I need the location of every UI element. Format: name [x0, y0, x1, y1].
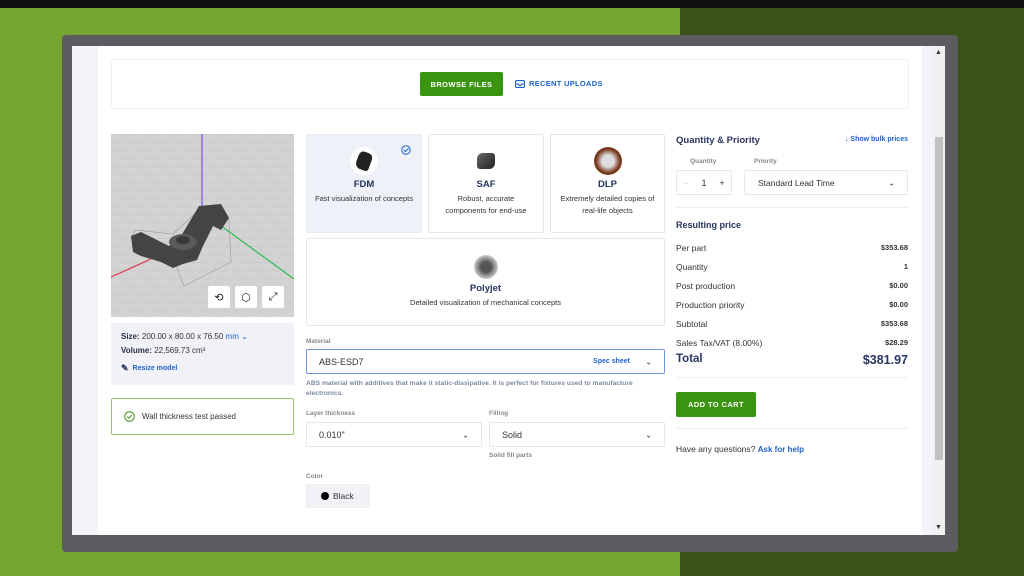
upload-area: BROWSE FILES RECENT UPLOADS — [111, 59, 909, 109]
decrement-button[interactable]: − — [683, 178, 688, 188]
show-bulk-prices-link[interactable]: ↓ Show bulk prices — [845, 136, 908, 143]
quantity-label: Quantity — [690, 158, 717, 165]
price-row: Subtotal $353.68 — [676, 319, 908, 329]
resulting-price-title: Resulting price — [676, 220, 742, 230]
price-row: Production priority $0.00 — [676, 300, 908, 310]
arrow-down-icon: ↓ — [844, 136, 849, 143]
divider — [676, 377, 908, 378]
reset-view-button[interactable]: ⟲ — [208, 286, 230, 308]
help-text: Have any questions? Ask for help — [676, 444, 804, 454]
page-content: BROWSE FILES RECENT UPLOADS ⟲ ⬡ ⤢ Size: … — [98, 46, 922, 535]
3d-model-viewer[interactable]: ⟲ ⬡ ⤢ — [111, 134, 294, 317]
pencil-icon: ✎ — [121, 363, 129, 373]
filling-hint: Solid fill parts — [489, 452, 532, 459]
fullscreen-button[interactable]: ⤢ — [262, 286, 284, 308]
tech-card-polyjet[interactable]: Polyjet Detailed visualization of mechan… — [306, 238, 665, 326]
model-info: Size: 200.00 x 80.00 x 76.50 mm ⌄ Volume… — [111, 323, 294, 385]
unit-selector[interactable]: mm ⌄ — [226, 332, 248, 341]
recent-uploads-link[interactable]: RECENT UPLOADS — [515, 79, 603, 88]
material-label: Material — [306, 338, 331, 345]
priority-label: Priority — [754, 158, 777, 165]
resize-model-link[interactable]: ✎ Resize model — [121, 363, 284, 374]
spec-sheet-link[interactable]: Spec sheet — [593, 358, 630, 365]
tech-card-saf[interactable]: SAF Robust, accurate components for end-… — [428, 134, 544, 233]
scroll-down-icon[interactable]: ▼ — [935, 524, 942, 532]
price-row: Per part $353.68 — [676, 243, 908, 253]
rotate-icon: ⟲ — [214, 291, 224, 304]
add-to-cart-button[interactable]: ADD TO CART — [676, 392, 756, 417]
quantity-stepper[interactable]: − 1 + — [676, 170, 732, 195]
view-cube-button[interactable]: ⬡ — [235, 286, 257, 308]
material-select[interactable]: ABS-ESD7 Spec sheet ⌄ — [306, 349, 665, 374]
color-swatch — [321, 492, 329, 500]
quantity-priority-title: Quantity & Priority — [676, 135, 760, 146]
dlp-thumbnail — [593, 147, 622, 175]
wall-thickness-status: Wall thickness test passed — [111, 398, 294, 435]
inbox-icon — [515, 79, 525, 88]
expand-icon: ⤢ — [268, 290, 278, 303]
scrollbar-thumb[interactable] — [935, 137, 943, 460]
check-badge-icon — [401, 145, 411, 155]
priority-select[interactable]: Standard Lead Time ⌄ — [744, 170, 908, 195]
check-circle-icon — [124, 411, 135, 422]
price-row: Post production $0.00 — [676, 281, 908, 291]
layer-thickness-select[interactable]: 0.010" ⌄ — [306, 422, 482, 447]
divider — [676, 207, 908, 208]
color-option-black[interactable]: Black — [306, 484, 370, 508]
chevron-down-icon: ⌄ — [645, 430, 652, 439]
chevron-down-icon: ⌄ — [888, 178, 895, 187]
top-band — [0, 0, 1024, 8]
filling-label: Filling — [489, 410, 509, 417]
scrollbar[interactable]: ▲ ▼ — [933, 46, 945, 535]
tech-card-dlp[interactable]: DLP Extremely detailed copies of real-li… — [550, 134, 665, 233]
polyjet-thumbnail — [473, 255, 498, 279]
increment-button[interactable]: + — [719, 178, 724, 188]
divider — [676, 428, 908, 429]
material-description: ABS material with additives that make it… — [306, 380, 633, 397]
filling-select[interactable]: Solid ⌄ — [489, 422, 665, 447]
total-row: Total $381.97 — [676, 353, 908, 367]
browser-viewport: BROWSE FILES RECENT UPLOADS ⟲ ⬡ ⤢ Size: … — [72, 46, 945, 535]
price-row: Sales Tax/VAT (8.00%) $28.29 — [676, 338, 908, 348]
price-row: Quantity 1 — [676, 262, 908, 272]
scroll-up-icon[interactable]: ▲ — [935, 49, 942, 57]
layer-label: Layer thickness — [306, 410, 356, 417]
ask-for-help-link[interactable]: Ask for help — [758, 445, 804, 454]
chevron-down-icon: ⌄ — [645, 357, 652, 366]
chevron-down-icon: ⌄ — [462, 430, 469, 439]
browse-files-button[interactable]: BROWSE FILES — [420, 72, 503, 96]
cube-icon: ⬡ — [241, 291, 251, 304]
fdm-thumbnail — [350, 147, 378, 175]
tech-card-fdm[interactable]: FDM Fast visualization of concepts — [306, 134, 422, 233]
saf-thumbnail — [472, 147, 500, 175]
color-label: Color — [306, 473, 323, 480]
